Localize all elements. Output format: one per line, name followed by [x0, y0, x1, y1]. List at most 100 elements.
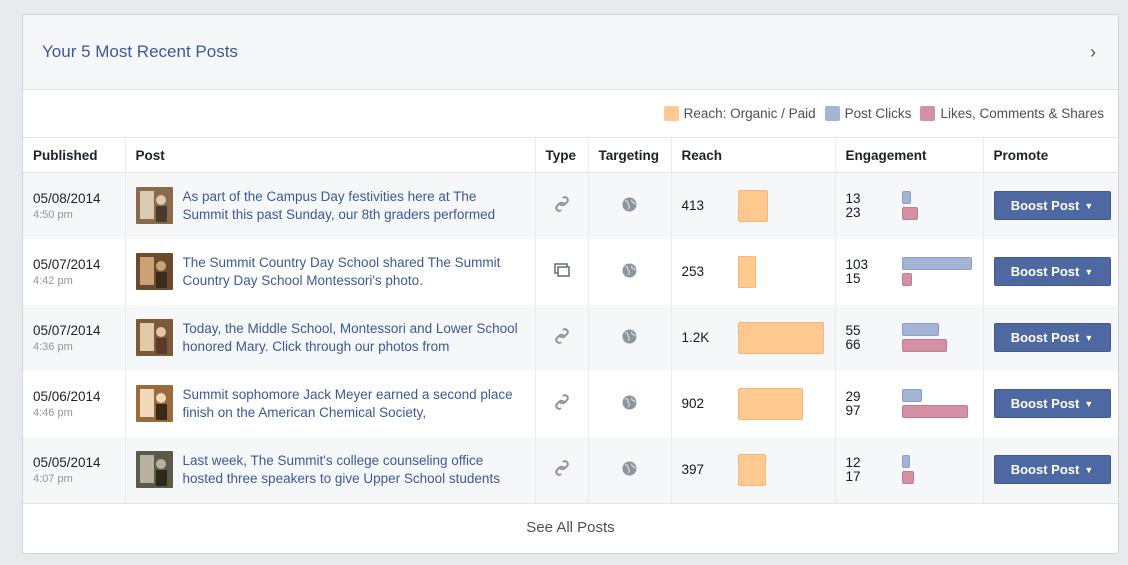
post-clicks-bar — [901, 191, 911, 205]
card-title: Your 5 Most Recent Posts — [42, 42, 238, 61]
reach-value: 413 — [681, 198, 705, 214]
boost-post-label: Boost Post — [1010, 264, 1080, 279]
likes-comments-shares-bar — [901, 207, 918, 221]
reach-value: 397 — [681, 462, 705, 477]
likes-comments-shares-value: 23 — [845, 204, 861, 220]
targeting-cell — [587, 436, 671, 503]
reach-value: 902 — [681, 396, 705, 411]
posts-table: Published Post Type Targeting Reach Enga… — [23, 137, 1118, 503]
post-thumbnail[interactable] — [135, 451, 173, 488]
post-text-link[interactable]: Today, the Middle School, Montessori and… — [183, 320, 525, 356]
table-row: 05/06/2014 4:46 pm Summit sophomore Jack… — [23, 370, 1118, 437]
boost-post-label: Boost Post — [1010, 330, 1080, 345]
boost-post-button[interactable]: Boost Post ▼ — [993, 455, 1111, 484]
caret-down-icon: ▼ — [1084, 200, 1094, 211]
reach-cell: 413 — [670, 172, 835, 239]
likes-comments-shares-bar — [901, 405, 968, 418]
publish-time: 4:07 pm — [33, 472, 73, 485]
post-cell: Today, the Middle School, Montessori and… — [124, 304, 535, 371]
post-clicks-value: 55 — [845, 322, 861, 338]
chevron-right-icon[interactable]: › — [1090, 42, 1096, 63]
publish-date: 05/05/2014 — [33, 454, 101, 470]
post-clicks-bar — [901, 455, 910, 468]
globe-icon[interactable] — [622, 461, 637, 479]
boost-post-label: Boost Post — [1010, 198, 1080, 214]
globe-icon[interactable] — [622, 197, 637, 215]
reach-bar — [737, 189, 768, 222]
reach-cell: 397 — [670, 436, 835, 503]
post-thumbnail[interactable] — [135, 187, 173, 225]
post-text-link[interactable]: Last week, The Summit's college counseli… — [183, 452, 525, 488]
publish-time: 4:42 pm — [33, 274, 73, 287]
boost-post-button[interactable]: Boost Post ▼ — [993, 389, 1111, 418]
link-icon — [554, 327, 570, 348]
engagement-cell: 55 66 — [834, 304, 983, 371]
post-text-link[interactable]: As part of the Campus Day festivities he… — [183, 188, 525, 224]
targeting-cell — [587, 172, 671, 239]
publish-time: 4:36 pm — [33, 340, 73, 353]
post-clicks-bar — [901, 389, 922, 402]
post-clicks-value: 12 — [845, 454, 861, 470]
type-cell — [534, 304, 588, 371]
shared-photo-icon — [553, 263, 570, 280]
reach-bar — [737, 255, 756, 288]
column-targeting: Targeting — [587, 137, 671, 173]
caret-down-icon: ▼ — [1084, 266, 1094, 277]
publish-time: 4:46 pm — [33, 406, 73, 419]
legend-label: Likes, Comments & Shares — [940, 106, 1104, 121]
table-row: 05/05/2014 4:07 pm Last week, The Summit… — [23, 436, 1118, 503]
type-cell — [534, 436, 588, 503]
publish-date: 05/07/2014 — [33, 322, 101, 338]
post-thumbnail[interactable] — [135, 253, 173, 290]
column-post: Post — [124, 137, 535, 173]
promote-cell: Boost Post ▼ — [982, 370, 1118, 437]
post-clicks-value: 13 — [845, 190, 861, 206]
type-cell — [534, 370, 588, 437]
post-thumbnail[interactable] — [135, 319, 173, 356]
post-thumbnail[interactable] — [135, 385, 173, 422]
column-published: Published — [23, 137, 125, 173]
post-cell: Last week, The Summit's college counseli… — [124, 436, 535, 503]
reach-bar — [737, 387, 803, 420]
reach-cell: 902 — [670, 370, 835, 437]
reach-bar — [737, 453, 766, 486]
post-cell: The Summit Country Day School shared The… — [124, 238, 535, 305]
publish-date: 05/06/2014 — [33, 388, 101, 404]
type-cell — [534, 172, 588, 239]
legend-item-likes: Likes, Comments & Shares — [920, 106, 1104, 121]
boost-post-button[interactable]: Boost Post ▼ — [993, 191, 1111, 221]
engagement-cell: 12 17 — [834, 436, 983, 503]
table-row: 05/08/2014 4:50 pm As part of the Campus… — [23, 172, 1118, 239]
post-clicks-bar — [901, 323, 939, 336]
post-clicks-bar — [901, 257, 972, 270]
published-cell: 05/08/2014 4:50 pm — [23, 173, 125, 239]
reach-swatch — [663, 106, 679, 121]
publish-time: 4:50 pm — [33, 208, 73, 221]
legend-item-reach: Reach: Organic / Paid — [663, 106, 816, 121]
link-icon — [554, 195, 570, 216]
post-text-link[interactable]: The Summit Country Day School shared The… — [183, 254, 525, 290]
type-cell — [534, 238, 588, 305]
promote-cell: Boost Post ▼ — [982, 238, 1118, 305]
globe-icon[interactable] — [622, 329, 637, 347]
likes-comments-shares-value: 17 — [845, 468, 861, 484]
legend-item-clicks: Post Clicks — [824, 106, 911, 121]
likes-comments-shares-bar — [901, 471, 914, 484]
clicks-swatch — [824, 106, 840, 121]
globe-icon[interactable] — [622, 263, 637, 281]
promote-cell: Boost Post ▼ — [982, 172, 1118, 239]
targeting-cell — [587, 238, 671, 305]
boost-post-button[interactable]: Boost Post ▼ — [993, 323, 1111, 352]
link-icon — [554, 393, 570, 414]
published-cell: 05/05/2014 4:07 pm — [23, 437, 125, 503]
post-cell: As part of the Campus Day festivities he… — [124, 172, 535, 239]
post-text-link[interactable]: Summit sophomore Jack Meyer earned a sec… — [183, 386, 525, 422]
publish-date: 05/07/2014 — [33, 256, 101, 272]
likes-comments-shares-value: 66 — [845, 336, 861, 352]
globe-icon[interactable] — [622, 395, 637, 413]
likes-comments-shares-bar — [901, 273, 912, 286]
boost-post-label: Boost Post — [1010, 396, 1080, 411]
reach-value: 1.2K — [681, 330, 710, 345]
boost-post-button[interactable]: Boost Post ▼ — [993, 257, 1111, 286]
see-all-posts-link[interactable]: See All Posts — [23, 502, 1118, 551]
